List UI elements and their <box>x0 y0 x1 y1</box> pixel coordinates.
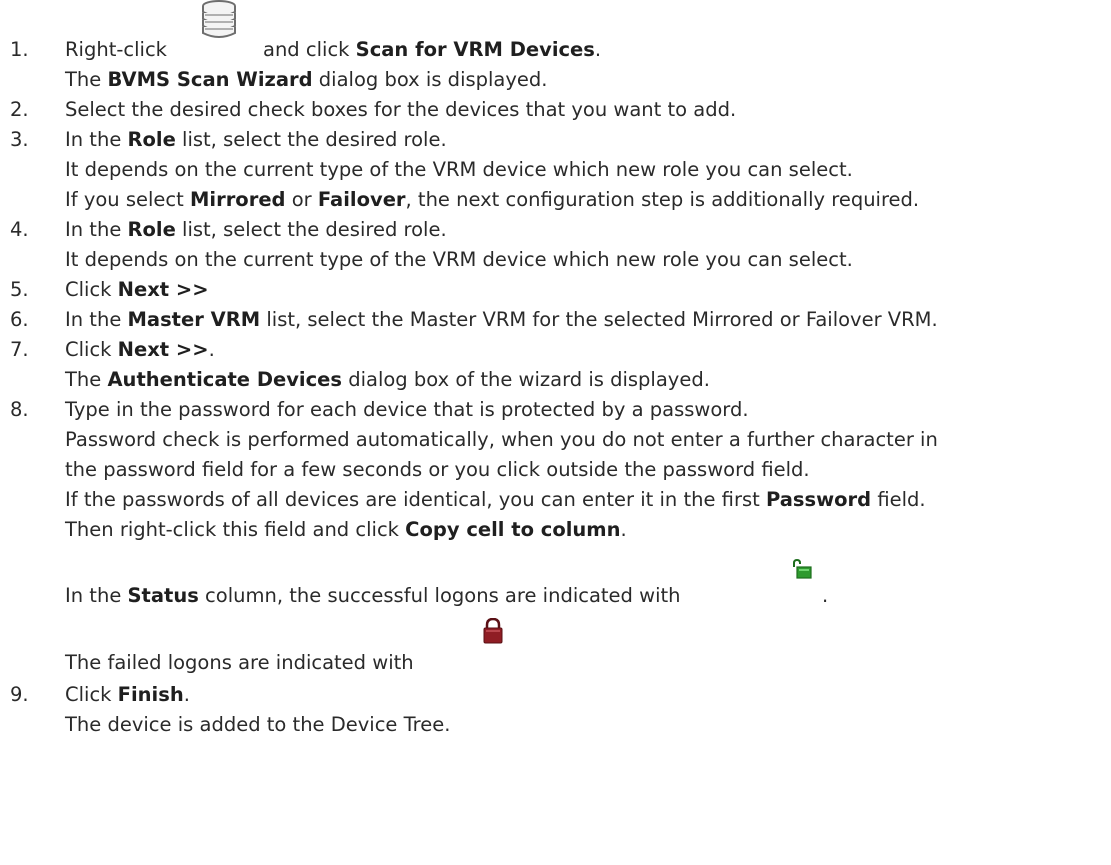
dialog-name: BVMS Scan Wizard <box>107 68 313 91</box>
step-number: 8. <box>10 398 29 421</box>
menu-command-label: Scan for VRM Devices <box>355 38 595 61</box>
step-7-line-2: The Authenticate Devices dialog box of t… <box>65 368 710 391</box>
step-text: Right-click <box>65 38 167 61</box>
step-number: 9. <box>10 683 29 706</box>
list-name: Master VRM <box>127 308 261 331</box>
step-9-line-2: The device is added to the Device Tree. <box>65 713 451 736</box>
field-name: Password <box>765 488 872 511</box>
menu-command-label: Copy cell to column <box>405 518 621 541</box>
step-text: Select the desired check boxes for the d… <box>65 98 737 121</box>
button-name: Finish <box>117 683 184 706</box>
step-number: 1. <box>10 38 29 61</box>
step-8-line-6: In the Status column, the successful log… <box>65 584 681 607</box>
step-8-line-5: Then right-click this field and click Co… <box>65 518 627 541</box>
step-8-line-7: The failed logons are indicated with <box>65 651 414 674</box>
step-number: 3. <box>10 128 29 151</box>
step-3-line-3: If you select Mirrored or Failover, the … <box>65 188 920 211</box>
step-number: 6. <box>10 308 29 331</box>
step-8-line-3: the password field for a few seconds or … <box>65 458 810 481</box>
locked-padlock-red-icon <box>483 618 503 644</box>
step-3-line-2: It depends on the current type of the VR… <box>65 158 853 181</box>
step-3-line-1: In the Role list, select the desired rol… <box>65 128 447 151</box>
step-number: 4. <box>10 218 29 241</box>
step-8-line-6-end: . <box>822 584 829 607</box>
step-4-line-2: It depends on the current type of the VR… <box>65 248 853 271</box>
step-8-line-4: If the passwords of all devices are iden… <box>65 488 926 511</box>
database-stack-icon <box>202 0 236 38</box>
step-8-line-1: Type in the password for each device tha… <box>65 398 749 421</box>
step-8-line-2: Password check is performed automaticall… <box>65 428 938 451</box>
step-number: 5. <box>10 278 29 301</box>
unlocked-padlock-green-icon <box>793 559 812 579</box>
step-4-line-1: In the Role list, select the desired rol… <box>65 218 447 241</box>
list-name: Role <box>127 128 176 151</box>
column-name: Status <box>127 584 199 607</box>
step-number: 2. <box>10 98 29 121</box>
button-name: Next >> <box>117 278 209 301</box>
step-9-line-1: Click Finish. <box>65 683 190 706</box>
step-1-line-1-rest: and click Scan for VRM Devices. <box>263 38 602 61</box>
button-name: Next >> <box>117 338 209 361</box>
step-6-text: In the Master VRM list, select the Maste… <box>65 308 938 331</box>
step-1-line-1: Right-click <box>65 38 167 61</box>
step-1-line-2: The BVMS Scan Wizard dialog box is displ… <box>65 68 548 91</box>
step-7-line-1: Click Next >>. <box>65 338 215 361</box>
step-number: 7. <box>10 338 29 361</box>
list-name: Role <box>127 218 176 241</box>
step-5-text: Click Next >> <box>65 278 209 301</box>
dialog-name: Authenticate Devices <box>107 368 343 391</box>
